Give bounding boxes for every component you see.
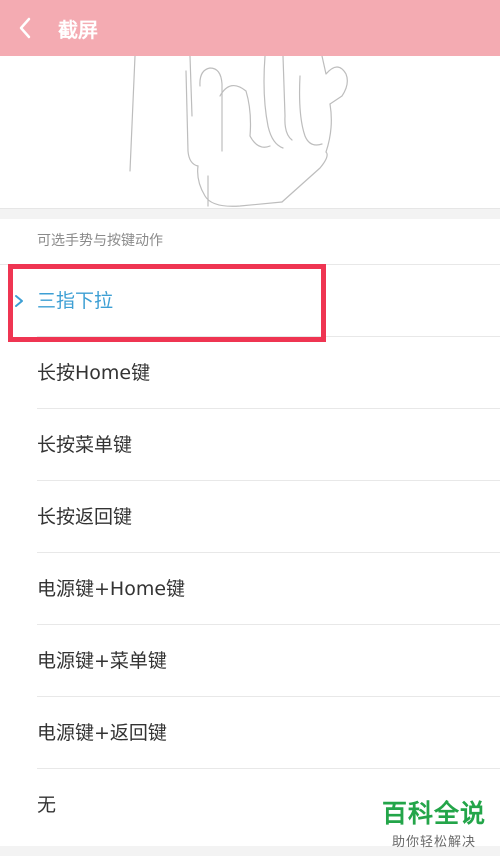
page-title: 截屏 bbox=[58, 17, 98, 42]
option-label: 无 bbox=[37, 794, 57, 816]
hand-gesture-illustration bbox=[129, 55, 348, 207]
watermark-title: 百科全说 bbox=[381, 799, 486, 828]
gesture-illustration bbox=[0, 55, 500, 209]
option-long-press-back[interactable]: 长按返回键 bbox=[0, 481, 500, 553]
options-list: 可选手势与按键动作 三指下拉 长按Home键 长按菜单键 长按返回键 电源键+H… bbox=[0, 219, 500, 846]
option-label: 电源键+菜单键 bbox=[37, 650, 167, 672]
back-button[interactable] bbox=[0, 0, 50, 56]
option-three-finger-swipe[interactable]: 三指下拉 bbox=[0, 265, 500, 337]
option-label: 长按Home键 bbox=[37, 362, 151, 384]
chevron-right-icon bbox=[14, 265, 24, 337]
option-power-home[interactable]: 电源键+Home键 bbox=[0, 553, 500, 625]
option-long-press-home[interactable]: 长按Home键 bbox=[0, 337, 500, 409]
watermark-logo: 百科全说 助你轻松解决 bbox=[382, 794, 486, 850]
option-label: 长按菜单键 bbox=[37, 434, 133, 456]
option-power-back[interactable]: 电源键+返回键 bbox=[0, 697, 500, 769]
option-power-menu[interactable]: 电源键+菜单键 bbox=[0, 625, 500, 697]
option-label: 长按返回键 bbox=[37, 506, 133, 528]
option-long-press-menu[interactable]: 长按菜单键 bbox=[0, 409, 500, 481]
section-header: 可选手势与按键动作 bbox=[0, 219, 500, 265]
section-gap bbox=[0, 209, 500, 219]
option-label: 电源键+Home键 bbox=[37, 578, 186, 600]
watermark-subtitle: 助你轻松解决 bbox=[391, 835, 476, 850]
option-label: 三指下拉 bbox=[37, 290, 114, 312]
option-label: 电源键+返回键 bbox=[37, 722, 167, 744]
chevron-left-icon bbox=[19, 17, 31, 39]
app-header: 截屏 bbox=[0, 0, 500, 56]
